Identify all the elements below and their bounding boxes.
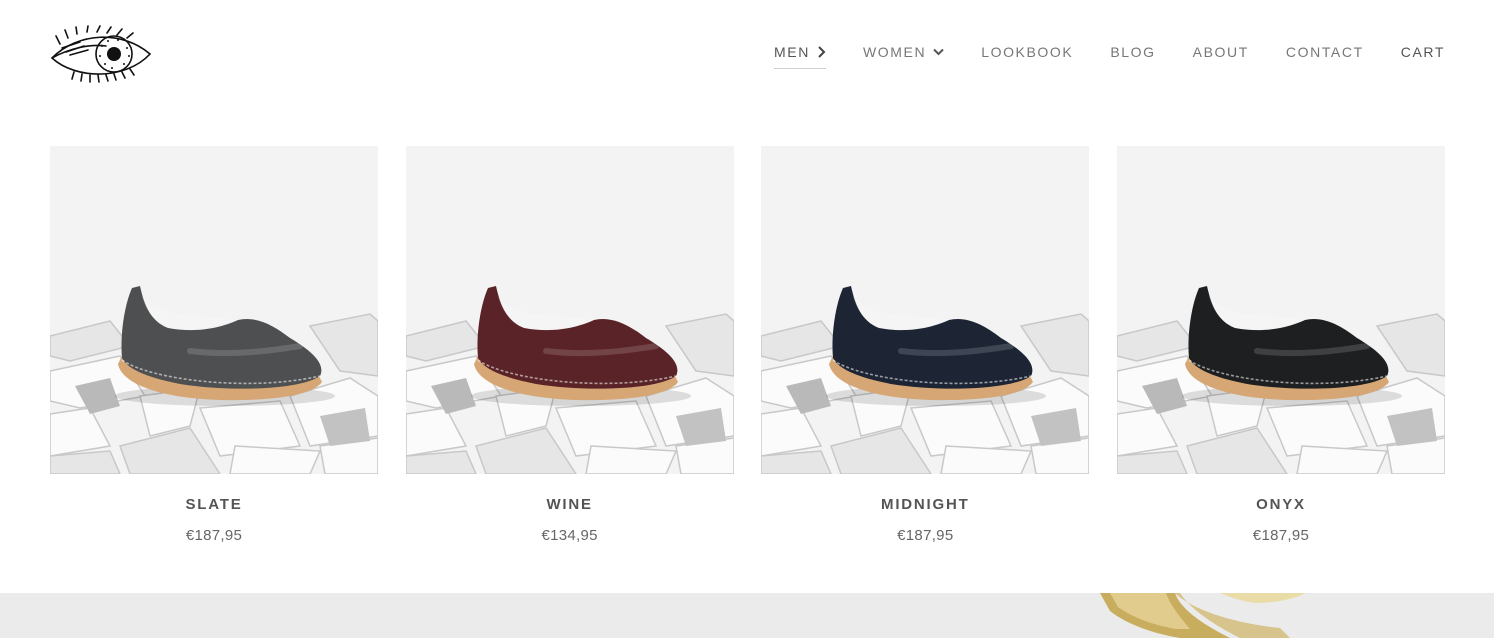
product-card[interactable]: MIDNIGHT €187,95 — [761, 146, 1090, 544]
product-price: €187,95 — [1252, 527, 1310, 544]
product-name[interactable]: SLATE — [50, 496, 378, 513]
product-card[interactable]: SLATE €187,95 — [50, 146, 378, 544]
product-image[interactable] — [1116, 146, 1445, 474]
chevron-right-icon — [817, 46, 826, 58]
product-card[interactable]: WINE €134,95 — [405, 146, 734, 544]
product-name[interactable]: WINE — [406, 496, 734, 513]
main-nav: MEN WOMEN LOOKBOOK BLOG ABOUT CONTACT CA… — [774, 40, 1445, 69]
nav-cart[interactable]: CART — [1401, 40, 1445, 64]
banner-shoe-image — [1100, 593, 1305, 638]
nav-blog[interactable]: BLOG — [1110, 40, 1155, 64]
product-name[interactable]: MIDNIGHT — [761, 496, 1089, 513]
nav-contact[interactable]: CONTACT — [1286, 40, 1364, 64]
nav-women[interactable]: WOMEN — [863, 40, 944, 64]
product-name[interactable]: ONYX — [1117, 496, 1445, 513]
product-price: €187,95 — [897, 527, 954, 544]
product-price: €134,95 — [541, 527, 598, 544]
product-grid: SLATE €187,95 WINE €134,95 MIDNIGHT €187… — [50, 146, 1445, 544]
product-card[interactable]: ONYX €187,95 — [1116, 146, 1445, 544]
product-price: €187,95 — [185, 527, 243, 544]
site-header: MEN WOMEN LOOKBOOK BLOG ABOUT CONTACT CA… — [0, 0, 1494, 110]
chevron-down-icon — [933, 48, 944, 56]
bottom-banner — [0, 593, 1494, 638]
nav-men-label: MEN — [774, 44, 810, 60]
product-image[interactable] — [50, 146, 378, 474]
nav-men[interactable]: MEN — [774, 40, 826, 69]
nav-lookbook[interactable]: LOOKBOOK — [981, 40, 1073, 64]
product-image[interactable] — [405, 146, 734, 474]
nav-women-label: WOMEN — [862, 44, 927, 60]
product-image[interactable] — [761, 146, 1090, 474]
nav-about[interactable]: ABOUT — [1193, 40, 1249, 64]
eye-logo-icon[interactable] — [50, 24, 152, 84]
